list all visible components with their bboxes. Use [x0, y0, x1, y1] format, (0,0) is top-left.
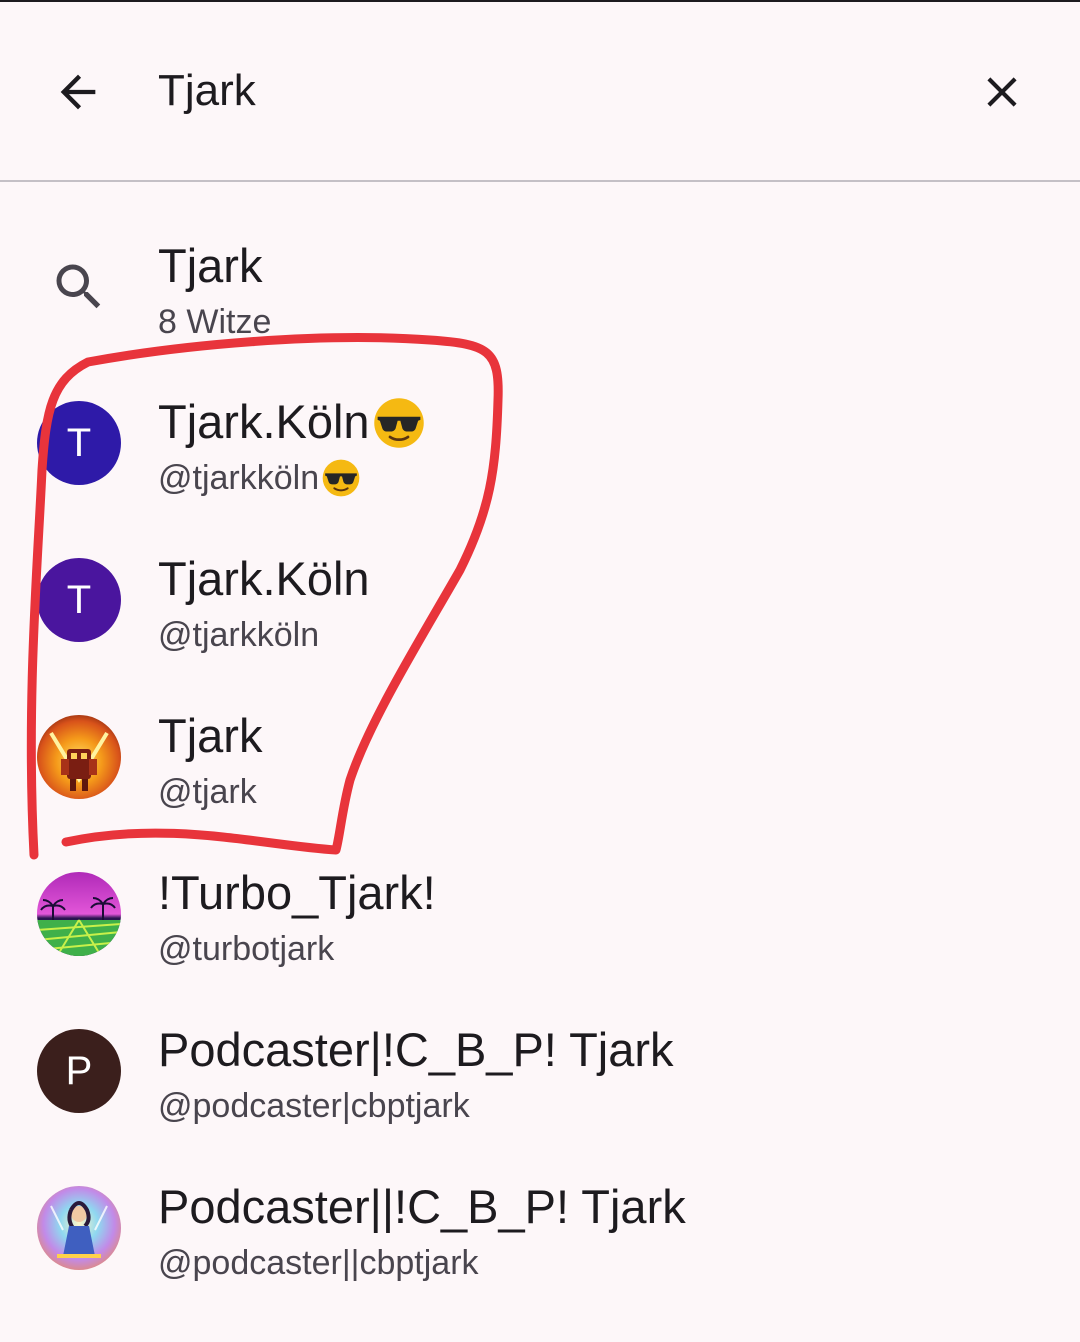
result-subtitle: 8 Witze — [158, 303, 272, 341]
result-title: Podcaster||!C_B_P! Tjark — [158, 1180, 686, 1233]
avatar: T — [37, 558, 121, 642]
avatar-letter: T — [66, 420, 92, 465]
close-icon — [987, 77, 1017, 107]
result-title: Podcaster|!C_B_P! Tjark — [158, 1023, 674, 1076]
arrow-left-icon — [60, 74, 96, 110]
clear-button[interactable] — [964, 54, 1040, 130]
avatar-letter: T — [66, 577, 92, 622]
search-icon — [56, 264, 101, 309]
avatar — [37, 1186, 121, 1270]
avatar — [37, 715, 121, 799]
search-bar — [0, 2, 1080, 180]
result-subtitle: @podcaster||cbptjark — [158, 1244, 479, 1282]
search-result-lead — [37, 245, 121, 329]
list-item-user[interactable]: T Tjark.Köln @tjarkköln — [0, 521, 1080, 678]
result-title: !Turbo_Tjark! — [158, 866, 436, 919]
result-title: Tjark.Köln — [158, 394, 426, 450]
colorful-figure-avatar-icon — [37, 1186, 121, 1270]
avatar — [37, 872, 121, 956]
list-item-user[interactable]: T Tjark.Köln @tjarkköln — [0, 364, 1080, 521]
list-item-user[interactable]: P Podcaster|!C_B_P! Tjark @podcaster|cbp… — [0, 992, 1080, 1149]
result-title: Tjark — [158, 239, 263, 292]
list-item-query-suggestion[interactable]: Tjark 8 Witze — [0, 208, 1080, 365]
list-item-user[interactable]: !Turbo_Tjark! @turbotjark — [0, 835, 1080, 992]
result-subtitle: @tjarkköln — [158, 458, 361, 498]
result-subtitle: @tjark — [158, 773, 257, 811]
fiery-robot-avatar-icon — [37, 715, 121, 799]
result-subtitle: @turbotjark — [158, 930, 335, 968]
result-title: Tjark — [158, 709, 263, 762]
sunglasses-emoji-icon — [373, 397, 424, 448]
result-title: Tjark.Köln — [158, 552, 370, 605]
search-input[interactable] — [158, 60, 918, 122]
back-button[interactable] — [40, 54, 116, 130]
list-item-user[interactable]: Podcaster||!C_B_P! Tjark @podcaster||cbp… — [0, 1149, 1080, 1306]
list-item-user[interactable]: Tjark @tjark — [0, 678, 1080, 835]
result-subtitle: @podcaster|cbptjark — [158, 1087, 470, 1125]
search-divider — [0, 180, 1080, 182]
result-subtitle: @tjarkköln — [158, 616, 320, 654]
avatar: P — [37, 1029, 121, 1113]
result-subtitle-text: @tjarkköln — [158, 459, 320, 497]
avatar-letter: P — [65, 1048, 93, 1093]
result-title-text: Tjark.Köln — [158, 395, 370, 448]
synthwave-palm-avatar-icon — [37, 872, 121, 956]
sunglasses-emoji-icon — [322, 459, 360, 497]
avatar: T — [37, 401, 121, 485]
